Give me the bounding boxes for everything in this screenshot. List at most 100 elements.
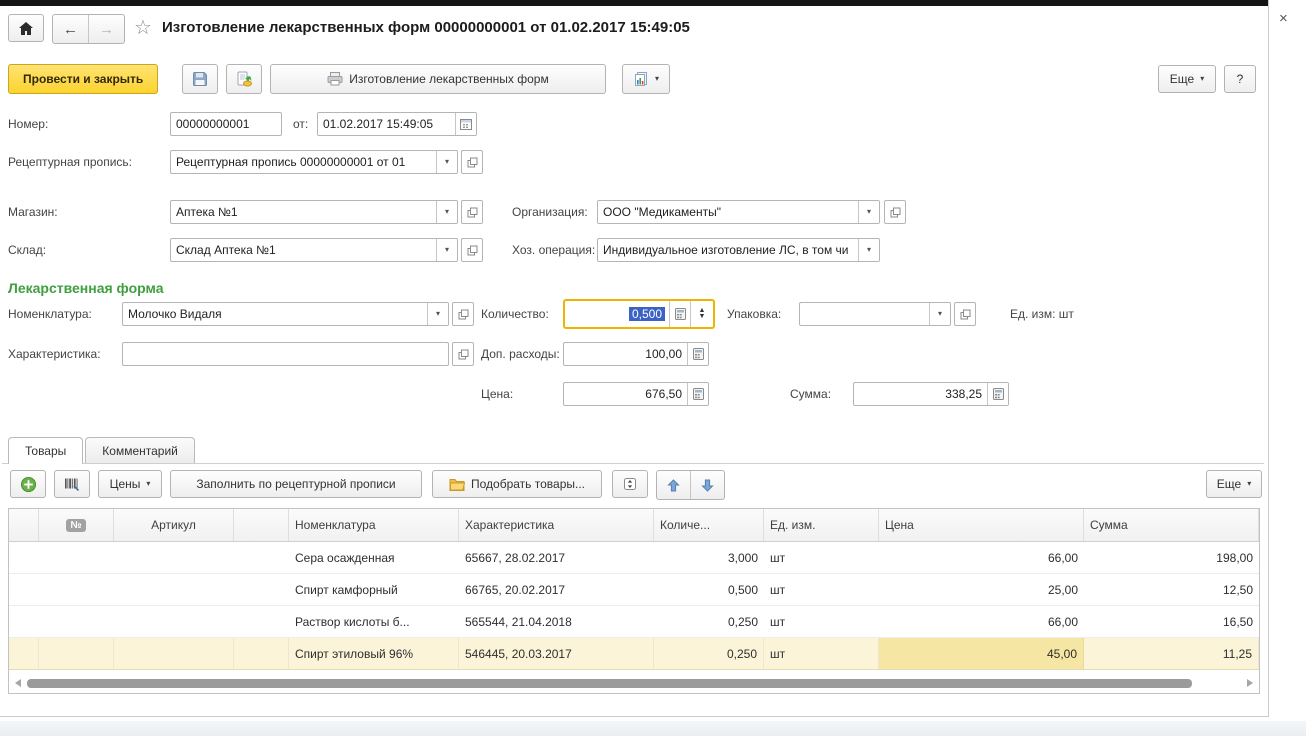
post-document-button[interactable] bbox=[226, 64, 262, 94]
help-button[interactable]: ? bbox=[1224, 65, 1256, 93]
post-and-close-label: Провести и закрыть bbox=[23, 72, 143, 86]
extra-costs-input[interactable]: 100,00 bbox=[563, 342, 709, 366]
col-flags bbox=[234, 509, 289, 541]
sum-input[interactable]: 338,25 bbox=[853, 382, 1009, 406]
nomenclature-combo[interactable]: Молочко Видаля ▾ bbox=[122, 302, 449, 326]
calculator-icon[interactable] bbox=[687, 343, 708, 365]
print-button-label: Изготовление лекарственных форм bbox=[349, 72, 548, 86]
more-button[interactable]: Еще ▾ bbox=[1158, 65, 1216, 93]
table-more-button[interactable]: Еще ▾ bbox=[1206, 470, 1262, 498]
col-article[interactable]: Артикул bbox=[114, 509, 234, 541]
forward-button[interactable]: → bbox=[88, 15, 124, 43]
forward-icon: → bbox=[99, 21, 114, 38]
organization-label: Организация: bbox=[512, 205, 588, 219]
number-badge-icon: № bbox=[66, 519, 85, 532]
characteristic-open-button[interactable] bbox=[452, 342, 474, 366]
window-shadow bbox=[0, 721, 1306, 736]
quantity-spinner[interactable]: ▲ ▼ bbox=[690, 301, 713, 327]
number-value: 00000000001 bbox=[171, 113, 281, 135]
recipe-combo[interactable]: Рецептурная пропись 00000000001 от 01 ▾ bbox=[170, 150, 458, 174]
cell-characteristic: 546445, 20.03.2017 bbox=[459, 638, 654, 669]
date-input[interactable]: 01.02.2017 15:49:05 bbox=[317, 112, 477, 136]
open-link-icon bbox=[458, 349, 469, 360]
price-input[interactable]: 676,50 bbox=[563, 382, 709, 406]
warehouse-open-button[interactable] bbox=[461, 238, 483, 262]
barcode-scan-button[interactable] bbox=[54, 470, 90, 498]
chevron-down-icon[interactable]: ▾ bbox=[436, 151, 457, 173]
cell-sum: 12,50 bbox=[1084, 574, 1259, 605]
cell-characteristic: 65667, 28.02.2017 bbox=[459, 542, 654, 573]
chevron-down-icon: ▾ bbox=[655, 75, 659, 83]
fill-by-recipe-button[interactable]: Заполнить по рецептурной прописи bbox=[170, 470, 422, 498]
tab-goods[interactable]: Товары bbox=[8, 437, 83, 464]
open-link-icon bbox=[458, 309, 469, 320]
reports-dropdown-button[interactable]: ▾ bbox=[622, 64, 670, 94]
cell-quantity: 0,250 bbox=[654, 638, 764, 669]
col-quantity[interactable]: Количе... bbox=[654, 509, 764, 541]
chevron-down-icon[interactable]: ▾ bbox=[436, 239, 457, 261]
operation-combo[interactable]: Индивидуальное изготовление ЛС, в том чи… bbox=[597, 238, 880, 262]
chevron-down-icon[interactable]: ▾ bbox=[929, 303, 950, 325]
organization-combo[interactable]: ООО "Медикаменты" ▾ bbox=[597, 200, 880, 224]
col-sum[interactable]: Сумма bbox=[1084, 509, 1259, 541]
row-height-button[interactable] bbox=[612, 470, 648, 498]
scrollbar-thumb[interactable] bbox=[27, 679, 1192, 688]
post-and-close-button[interactable]: Провести и закрыть bbox=[8, 64, 158, 94]
chevron-down-icon[interactable]: ▾ bbox=[436, 201, 457, 223]
scroll-right-icon[interactable] bbox=[1247, 679, 1253, 687]
store-open-button[interactable] bbox=[461, 200, 483, 224]
col-characteristic[interactable]: Характеристика bbox=[459, 509, 654, 541]
table-row[interactable]: Сера осажденная 65667, 28.02.2017 3,000 … bbox=[9, 542, 1259, 574]
calculator-icon[interactable] bbox=[687, 383, 708, 405]
prices-dropdown-button[interactable]: Цены ▾ bbox=[98, 470, 162, 498]
characteristic-input[interactable] bbox=[122, 342, 449, 366]
close-icon[interactable]: × bbox=[1279, 11, 1288, 26]
date-label: от: bbox=[293, 117, 308, 131]
section-title: Лекарственная форма bbox=[8, 280, 164, 296]
scroll-left-icon[interactable] bbox=[15, 679, 21, 687]
price-value: 676,50 bbox=[564, 383, 687, 405]
chevron-down-icon[interactable]: ▾ bbox=[427, 303, 448, 325]
home-button[interactable] bbox=[8, 14, 44, 42]
calendar-icon[interactable] bbox=[455, 113, 476, 135]
store-combo[interactable]: Аптека №1 ▾ bbox=[170, 200, 458, 224]
post-document-icon bbox=[236, 71, 252, 87]
print-button[interactable]: Изготовление лекарственных форм bbox=[270, 64, 606, 94]
cell-price: 66,00 bbox=[879, 606, 1084, 637]
table-more-label: Еще bbox=[1217, 477, 1241, 491]
calculator-icon[interactable] bbox=[987, 383, 1008, 405]
packaging-value bbox=[800, 303, 929, 325]
calculator-icon[interactable] bbox=[669, 301, 690, 327]
number-input[interactable]: 00000000001 bbox=[170, 112, 282, 136]
recipe-open-button[interactable] bbox=[461, 150, 483, 174]
chevron-down-icon[interactable]: ▾ bbox=[858, 201, 879, 223]
chevron-down-icon[interactable]: ▾ bbox=[858, 239, 879, 261]
table-row-selected[interactable]: Спирт этиловый 96% 546445, 20.03.2017 0,… bbox=[9, 638, 1259, 670]
nomenclature-open-button[interactable] bbox=[452, 302, 474, 326]
quantity-stepper[interactable]: 0,500 ▲ ▼ bbox=[563, 299, 715, 329]
back-button[interactable]: ← bbox=[53, 15, 88, 43]
col-number[interactable]: № bbox=[39, 509, 114, 541]
prices-label: Цены bbox=[110, 477, 141, 491]
move-up-button[interactable] bbox=[657, 471, 690, 499]
warehouse-label: Склад: bbox=[8, 243, 46, 257]
table-row[interactable]: Раствор кислоты б... 565544, 21.04.2018 … bbox=[9, 606, 1259, 638]
add-row-button[interactable] bbox=[10, 470, 46, 498]
packaging-combo[interactable]: ▾ bbox=[799, 302, 951, 326]
col-unit[interactable]: Ед. изм. bbox=[764, 509, 879, 541]
save-button[interactable] bbox=[182, 64, 218, 94]
packaging-open-button[interactable] bbox=[954, 302, 976, 326]
organization-open-button[interactable] bbox=[884, 200, 906, 224]
pick-goods-button[interactable]: Подобрать товары... bbox=[432, 470, 602, 498]
favorite-star-icon[interactable]: ☆ bbox=[134, 15, 152, 40]
col-price[interactable]: Цена bbox=[879, 509, 1084, 541]
quantity-value: 0,500 bbox=[629, 307, 665, 321]
warehouse-combo[interactable]: Склад Аптека №1 ▾ bbox=[170, 238, 458, 262]
move-down-button[interactable] bbox=[690, 471, 724, 499]
col-nomenclature[interactable]: Номенклатура bbox=[289, 509, 459, 541]
tab-comment[interactable]: Комментарий bbox=[85, 437, 195, 463]
table-row[interactable]: Спирт камфорный 66765, 20.02.2017 0,500 … bbox=[9, 574, 1259, 606]
packaging-label: Упаковка: bbox=[727, 307, 781, 321]
chevron-down-icon: ▾ bbox=[146, 480, 150, 488]
organization-value: ООО "Медикаменты" bbox=[598, 201, 858, 223]
